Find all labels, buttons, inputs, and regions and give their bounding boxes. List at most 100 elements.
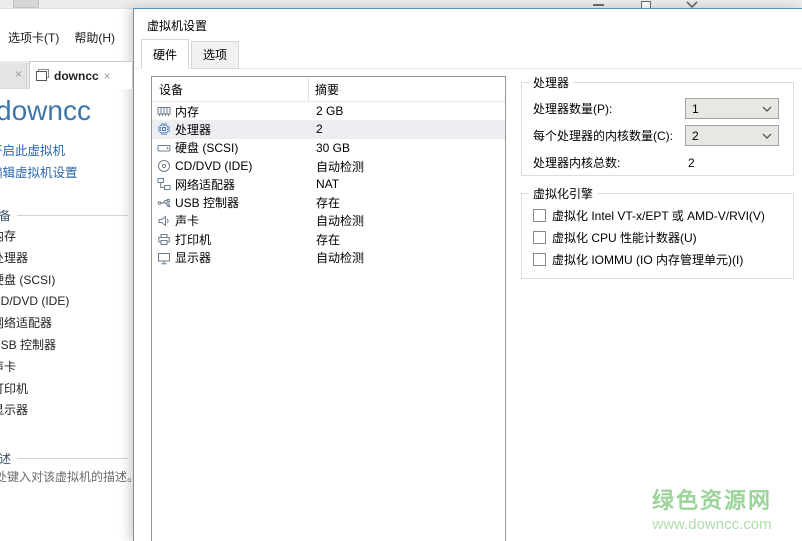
edit-vm-settings-link[interactable]: 编辑虚拟机设置 (0, 162, 78, 181)
vm-title: downcc (0, 95, 91, 126)
device-table-row[interactable]: CD/DVD (IDE) 自动检测 (152, 157, 505, 175)
device-cell: 硬盘 (SCSI) (152, 139, 310, 156)
device-table-row[interactable]: 网络适配器 NAT (152, 175, 505, 193)
selected-value: 1 (692, 101, 699, 116)
summary-cell: 自动检测 (316, 214, 365, 229)
column-summary: 摘要 (315, 82, 340, 97)
tab-home-partial[interactable]: × (0, 63, 27, 89)
processor-group: 处理器 处理器数量(P): 1 每个处理器的内核数量(C): 2 处理器内核总数: 2 (521, 74, 794, 176)
menu-item[interactable]: 选项卡(T) (8, 29, 59, 45)
tab-vm-downcc[interactable]: downcc × (29, 61, 133, 89)
menu-item[interactable]: 帮助(H) (74, 29, 115, 45)
device-label: 显示器 (175, 251, 212, 266)
close-tab-icon[interactable]: × (104, 70, 111, 82)
checkbox-label: 虚拟化 CPU 性能计数器(U) (552, 231, 697, 245)
tab-label: downcc (54, 68, 99, 83)
device-label: CD/DVD (IDE) (175, 159, 253, 174)
processor-field-row: 处理器内核总数: 2 (533, 152, 783, 173)
checkbox-unchecked[interactable] (533, 253, 546, 266)
menu-bar: 选项卡(T) 帮助(H) (8, 29, 115, 45)
display-icon (158, 252, 170, 264)
device-table-row[interactable]: USB 控制器 存在 (152, 193, 505, 211)
device-table-row[interactable]: 处理器 2 (152, 120, 505, 139)
chevron-down-icon (762, 106, 772, 112)
device-label: 硬盘 (SCSI) (175, 141, 239, 156)
vm-description-placeholder[interactable]: 在此处键入对该虚拟机的描述。 (0, 468, 139, 485)
vm-console-icon (36, 69, 49, 81)
device-table-row[interactable]: 声卡 自动检测 (152, 212, 505, 230)
processor-field-row: 处理器数量(P): 1 (533, 98, 783, 119)
summary-cell: 存在 (316, 232, 341, 247)
device-label: 声卡 (175, 214, 200, 229)
device-cell: 声卡 (152, 212, 310, 229)
bg-device-item[interactable]: 硬盘 (SCSI) (0, 270, 130, 292)
summary-cell: NAT (316, 177, 340, 192)
device-table-row[interactable]: 显示器 自动检测 (152, 248, 505, 266)
vm-settings-dialog: 虚拟机设置 硬件 选项 设备 摘要 内存 2 GB 处理器 2 硬盘 (SCSI) 30 G… (133, 8, 802, 541)
disk-icon (157, 144, 171, 152)
device-cell: 网络适配器 (152, 176, 310, 193)
virtualization-checkbox-row[interactable]: 虚拟化 CPU 性能计数器(U) (533, 229, 697, 246)
virtualization-group-title: 虚拟化引擎 (529, 185, 598, 202)
device-table-row[interactable]: 硬盘 (SCSI) 30 GB (152, 139, 505, 157)
field-label: 处理器数量(P): (533, 102, 613, 116)
summary-cell: 2 (316, 122, 323, 137)
description-section-header: 描述 (0, 450, 128, 467)
bg-device-item[interactable]: 显示器 (0, 400, 130, 422)
device-rows: 内存 2 GB 处理器 2 硬盘 (SCSI) 30 GB CD/DVD (IDE) 自动检测… (152, 102, 505, 267)
device-table-header: 设备 摘要 (152, 77, 505, 102)
checkbox-unchecked[interactable] (533, 231, 546, 244)
bg-device-item[interactable]: CD/DVD (IDE) (0, 291, 130, 313)
virtualization-checkbox-row[interactable]: 虚拟化 Intel VT-x/EPT 或 AMD-V/RVI(V) (533, 207, 765, 224)
bg-device-item[interactable]: 处理器 (0, 248, 130, 270)
devices-section-header: 设备 (0, 207, 128, 224)
printer-icon (158, 234, 170, 246)
usb-icon (157, 198, 171, 207)
summary-cell: 自动检测 (316, 159, 365, 174)
network-icon (157, 178, 171, 191)
bg-device-item[interactable]: USB 控制器 (0, 335, 130, 357)
cd-icon (158, 160, 170, 173)
power-on-vm-link[interactable]: 开启此虚拟机 (0, 140, 65, 159)
vm-tab-bar: × downcc × (0, 61, 133, 89)
checkbox-unchecked[interactable] (533, 209, 546, 222)
summary-cell: 自动检测 (316, 251, 365, 266)
device-label: 网络适配器 (175, 177, 236, 192)
memory-icon (157, 107, 171, 117)
minimize-icon[interactable] (593, 4, 604, 6)
app-icon (13, 0, 39, 8)
device-cell: USB 控制器 (152, 194, 310, 211)
cpu-icon (158, 123, 170, 136)
hardware-device-list: 设备 摘要 内存 2 GB 处理器 2 硬盘 (SCSI) 30 GB CD/DVD (ID… (151, 76, 506, 541)
cores-per-processor-select[interactable]: 2 (685, 125, 779, 146)
summary-cell: 2 GB (316, 104, 344, 119)
bg-device-item[interactable]: 打印机 (0, 379, 130, 401)
device-label: 打印机 (175, 232, 212, 247)
field-label: 处理器内核总数: (533, 156, 621, 170)
bg-device-item[interactable]: 声卡 (0, 357, 130, 379)
dialog-tab-options[interactable]: 选项 (191, 41, 240, 69)
field-label: 每个处理器的内核数量(C): (533, 129, 673, 143)
device-cell: 处理器 (152, 121, 310, 138)
bg-device-item[interactable]: 内存 (0, 226, 130, 248)
processor-count-select[interactable]: 1 (685, 98, 779, 119)
device-table-row[interactable]: 内存 2 GB (152, 102, 505, 120)
chevron-down-icon (762, 133, 772, 139)
summary-cell: 30 GB (316, 140, 351, 155)
dialog-title: 虚拟机设置 (147, 19, 208, 33)
device-cell: 内存 (152, 103, 310, 120)
device-table-row[interactable]: 打印机 存在 (152, 230, 505, 248)
summary-cell: 存在 (316, 196, 341, 211)
bg-device-item[interactable]: 网络适配器 (0, 313, 130, 335)
device-cell: CD/DVD (IDE) (152, 159, 310, 173)
virtualization-group: 虚拟化引擎 虚拟化 Intel VT-x/EPT 或 AMD-V/RVI(V) 虚… (521, 185, 794, 279)
processor-field-row: 每个处理器的内核数量(C): 2 (533, 125, 783, 146)
background-main-window: 选项卡(T) 帮助(H) × downcc × downcc 开启此虚拟机 编辑虚… (0, 9, 139, 541)
devices-summary-list: 内存处理器硬盘 (SCSI)CD/DVD (IDE)网络适配器USB 控制器声卡… (0, 226, 130, 422)
device-label: 处理器 (175, 122, 212, 137)
checkbox-label: 虚拟化 Intel VT-x/EPT 或 AMD-V/RVI(V) (552, 209, 765, 223)
virtualization-checkbox-row[interactable]: 虚拟化 IOMMU (IO 内存管理单元)(I) (533, 251, 743, 268)
dialog-tab-hardware[interactable]: 硬件 (141, 39, 190, 69)
close-tab-icon[interactable]: × (15, 68, 22, 80)
dialog-tabs: 硬件 选项 (141, 39, 241, 69)
